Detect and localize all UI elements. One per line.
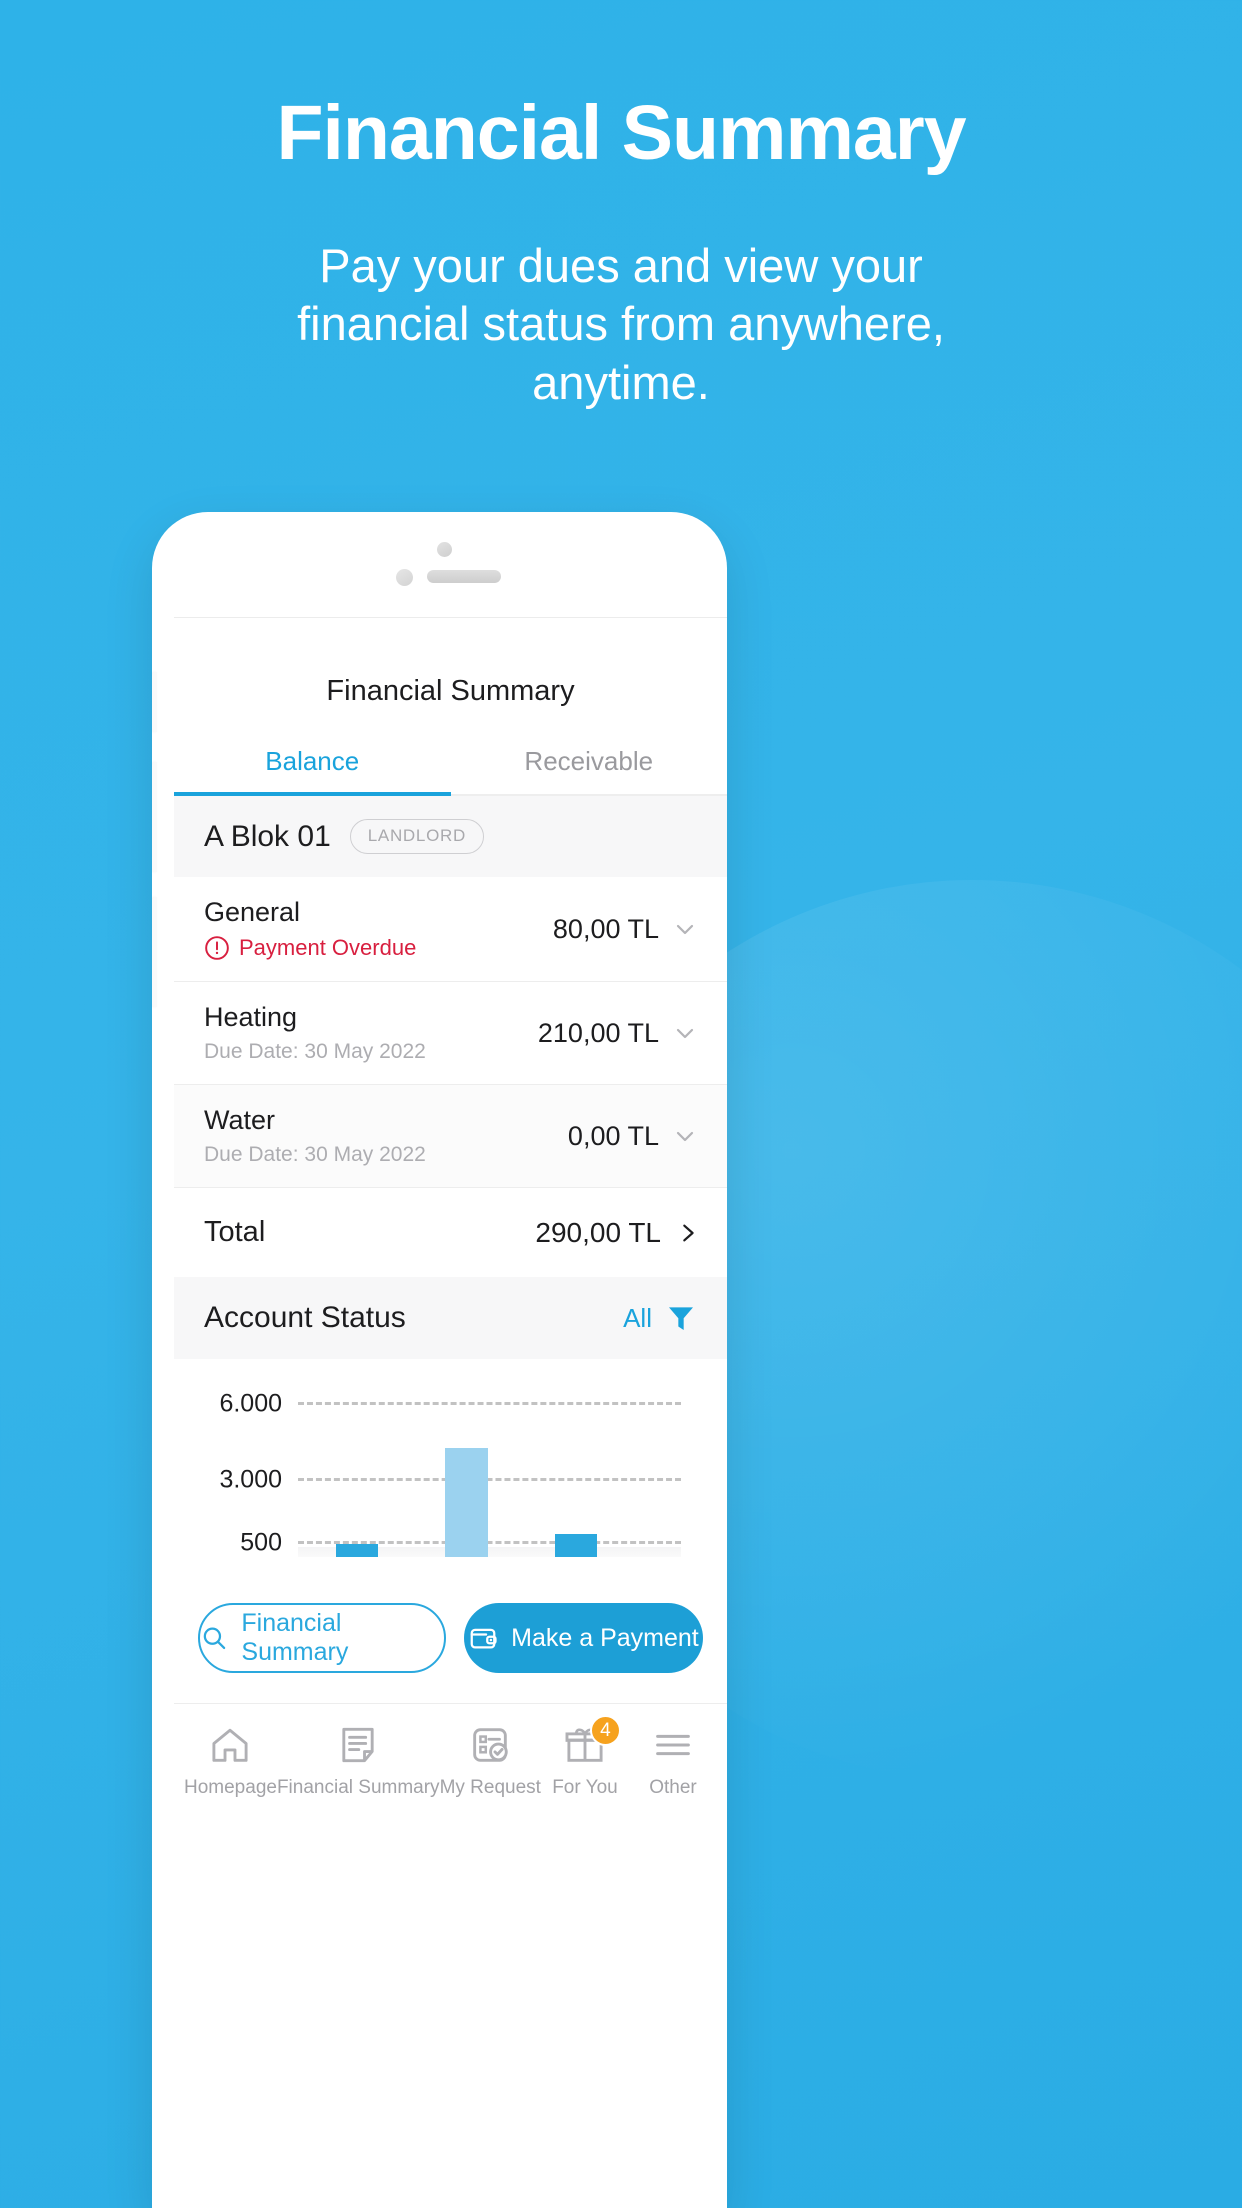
chart-gridline: 6.000 bbox=[219, 1390, 681, 1418]
speaker-grille bbox=[427, 570, 501, 583]
expense-status: Payment Overdue bbox=[204, 935, 416, 961]
nav-label: My Request bbox=[439, 1777, 541, 1798]
bottom-navigation: Homepage Financial Summary My Request 4 … bbox=[174, 1703, 727, 1799]
block-header[interactable]: A Blok 01 LANDLORD bbox=[174, 796, 727, 877]
chevron-down-icon[interactable] bbox=[673, 917, 697, 941]
make-a-payment-button-label: Make a Payment bbox=[511, 1623, 699, 1652]
phone-volume-down-button bbox=[152, 897, 157, 1007]
expense-amount-group[interactable]: 80,00 TL bbox=[553, 914, 697, 945]
wallet-icon bbox=[470, 1628, 497, 1649]
search-icon bbox=[203, 1627, 226, 1650]
nav-label: For You bbox=[552, 1777, 618, 1798]
camera-icon bbox=[437, 542, 452, 557]
expense-amount-group[interactable]: 0,00 TL bbox=[568, 1121, 697, 1152]
action-bar: Financial Summary Make a Payment bbox=[174, 1577, 727, 1703]
expense-row[interactable]: Heating Due Date: 30 May 2022 210,00 TL bbox=[174, 982, 727, 1085]
phone-notch bbox=[152, 512, 727, 622]
account-status-filter[interactable]: All bbox=[623, 1302, 697, 1334]
expense-amount: 80,00 TL bbox=[552, 913, 659, 944]
nav-label: Other bbox=[649, 1777, 697, 1798]
nav-icon-wrap bbox=[207, 1722, 253, 1768]
nav-item-for-you[interactable]: 4 For You bbox=[541, 1715, 629, 1799]
nav-item-homepage[interactable]: Homepage bbox=[184, 1722, 277, 1799]
nav-label: Homepage bbox=[184, 1777, 277, 1798]
expense-row[interactable]: Water Due Date: 30 May 2022 0,00 TL bbox=[174, 1085, 727, 1188]
expense-info: Heating Due Date: 30 May 2022 bbox=[204, 1002, 426, 1064]
tab-receivable[interactable]: Receivable bbox=[451, 746, 728, 794]
nav-icon-wrap bbox=[650, 1722, 696, 1768]
app-header-title: Financial Summary bbox=[326, 675, 575, 707]
financial-summary-button-label: Financial Summary bbox=[241, 1609, 349, 1666]
nav-item-other[interactable]: Other bbox=[629, 1722, 717, 1799]
nav-item-financial-summary[interactable]: Financial Summary bbox=[277, 1722, 440, 1799]
expense-status: Due Date: 30 May 2022 bbox=[204, 1040, 426, 1063]
expense-name: Water bbox=[204, 1105, 276, 1135]
block-name: A Blok 01 bbox=[204, 819, 331, 853]
sensor-icon bbox=[396, 569, 413, 586]
notification-badge: 4 bbox=[589, 1715, 621, 1746]
alert-circle-icon bbox=[205, 936, 229, 960]
page-title: Financial Summary bbox=[276, 90, 966, 176]
expense-status-label: Payment Overdue bbox=[239, 935, 417, 960]
chevron-right-icon[interactable] bbox=[677, 1220, 699, 1246]
chart-gridline: 3.000 bbox=[219, 1466, 681, 1494]
nav-item-my-request[interactable]: My Request bbox=[440, 1722, 541, 1799]
total-amount-group[interactable]: 290,00 TL bbox=[535, 1217, 699, 1249]
document-icon bbox=[342, 1727, 374, 1763]
expense-info: Water Due Date: 30 May 2022 bbox=[204, 1105, 426, 1167]
landlord-badge: LANDLORD bbox=[349, 819, 484, 854]
tab-balance[interactable]: Balance bbox=[174, 746, 451, 796]
tab-bar: Balance Receivable bbox=[174, 746, 727, 796]
expense-amount: 210,00 TL bbox=[537, 1017, 659, 1048]
make-a-payment-button[interactable]: Make a Payment bbox=[463, 1603, 703, 1673]
account-status-header: Account Status All bbox=[174, 1277, 727, 1359]
nav-label: Financial Summary bbox=[276, 1777, 440, 1798]
task-check-icon bbox=[473, 1728, 508, 1762]
app-screen: Financial Summary Balance Receivable A B… bbox=[174, 618, 727, 2208]
chart-bar bbox=[336, 1544, 379, 1557]
home-icon bbox=[212, 1728, 249, 1762]
expense-name: General bbox=[204, 897, 301, 927]
chart-bar bbox=[554, 1534, 597, 1557]
promo-header: Financial Summary Pay your dues and view… bbox=[0, 90, 1242, 412]
page-subtitle: Pay your dues and view your financial st… bbox=[297, 239, 945, 409]
nav-icon-wrap bbox=[335, 1722, 381, 1768]
financial-summary-button[interactable]: Financial Summary bbox=[198, 1603, 446, 1673]
chart-y-tick-label: 3.000 bbox=[219, 1465, 282, 1494]
total-row[interactable]: Total 290,00 TL bbox=[174, 1188, 727, 1277]
phone-silent-switch bbox=[152, 672, 157, 732]
total-label: Total bbox=[204, 1216, 266, 1248]
nav-icon-wrap bbox=[467, 1722, 513, 1768]
account-status-chart: 6.000 3.000 500 bbox=[174, 1359, 727, 1577]
phone-volume-up-button bbox=[152, 762, 157, 872]
chevron-down-icon[interactable] bbox=[673, 1021, 697, 1045]
chart-y-tick-label: 500 bbox=[240, 1528, 282, 1557]
chevron-down-icon[interactable] bbox=[673, 1124, 697, 1148]
chart-bar bbox=[445, 1448, 488, 1557]
chart-plot-area: 6.000 3.000 500 bbox=[219, 1385, 681, 1557]
expense-name: Heating bbox=[204, 1002, 298, 1032]
phone-mockup: Financial Summary Balance Receivable A B… bbox=[152, 512, 727, 2208]
expense-info: General Payment Overdue bbox=[204, 897, 416, 961]
expense-status: Due Date: 30 May 2022 bbox=[204, 1143, 426, 1166]
chart-y-tick-label: 6.000 bbox=[219, 1389, 282, 1418]
filter-funnel-icon[interactable] bbox=[665, 1302, 697, 1334]
menu-icon bbox=[656, 1734, 690, 1756]
filter-label: All bbox=[623, 1302, 652, 1333]
nav-icon-wrap: 4 bbox=[562, 1715, 621, 1768]
expense-amount: 0,00 TL bbox=[567, 1120, 659, 1151]
expense-row[interactable]: General Payment Overdue 80,00 TL bbox=[174, 877, 727, 982]
expense-amount-group[interactable]: 210,00 TL bbox=[538, 1018, 697, 1049]
total-amount: 290,00 TL bbox=[535, 1216, 661, 1248]
account-status-title: Account Status bbox=[204, 1301, 406, 1334]
